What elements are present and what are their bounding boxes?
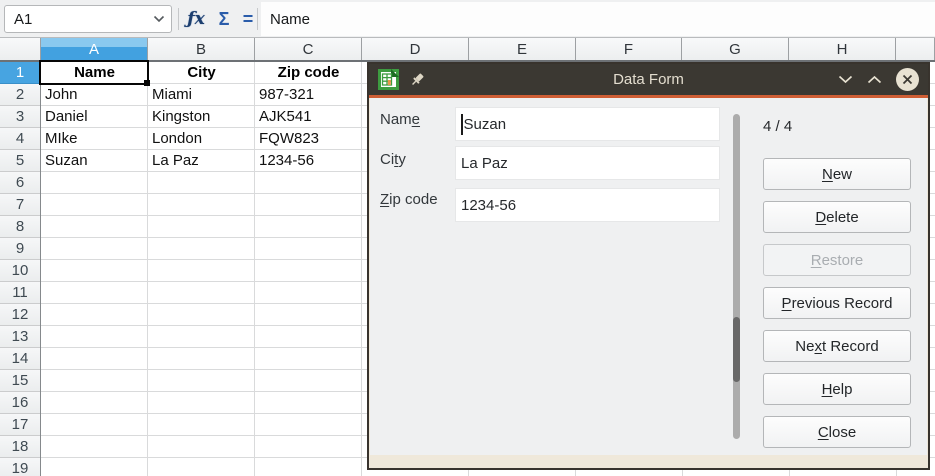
pin-icon[interactable]	[409, 71, 426, 88]
sum-icon: Σ	[219, 9, 230, 30]
city-field-value: La Paz	[461, 155, 508, 172]
name-box[interactable]: A1	[4, 5, 172, 33]
record-counter: 4 / 4	[763, 118, 792, 135]
form-scrollbar-thumb[interactable]	[733, 317, 740, 382]
name-field[interactable]: Suzan	[455, 107, 720, 141]
toolbar-separator	[178, 8, 179, 30]
data-form-panel: Name City Zip code Suzan La Paz 1234-56	[370, 98, 927, 455]
text-cursor	[461, 114, 463, 135]
column-header-h[interactable]: H	[789, 38, 896, 60]
cell-c4[interactable]: FQW823	[259, 128, 319, 150]
cell-a5[interactable]: Suzan	[45, 150, 88, 172]
cell-b5[interactable]: La Paz	[152, 150, 199, 172]
row-header-8[interactable]: 8	[0, 216, 40, 238]
function-wizard-icon: ƒx	[187, 9, 204, 29]
select-all-corner[interactable]	[0, 38, 41, 60]
row-header-11[interactable]: 11	[0, 282, 40, 304]
cell-b4[interactable]: London	[152, 128, 202, 150]
cell-a3[interactable]: Daniel	[45, 106, 88, 128]
cell-a1[interactable]: Name	[41, 62, 148, 84]
column-header-a[interactable]: A	[41, 38, 148, 60]
row-header-3[interactable]: 3	[0, 106, 40, 128]
cell-b2[interactable]: Miami	[152, 84, 192, 106]
zip-code-field-value: 1234-56	[461, 197, 516, 214]
roll-down-button[interactable]	[838, 75, 853, 84]
cell-b1[interactable]: City	[148, 62, 255, 84]
row-header-10[interactable]: 10	[0, 260, 40, 282]
row-header-12[interactable]: 12	[0, 304, 40, 326]
name-box-value[interactable]: A1	[14, 11, 153, 28]
zip-code-field[interactable]: 1234-56	[455, 188, 720, 222]
name-field-value: Suzan	[464, 116, 507, 133]
row-header-1[interactable]: 1	[0, 62, 40, 84]
chevron-down-icon[interactable]	[153, 15, 165, 23]
cell-c3[interactable]: AJK541	[259, 106, 312, 128]
row-header-15[interactable]: 15	[0, 370, 40, 392]
close-button[interactable]	[896, 68, 919, 91]
cell-a2[interactable]: John	[45, 84, 78, 106]
restore-button: Restore	[763, 244, 911, 276]
delete-button[interactable]: Delete	[763, 201, 911, 233]
dialog-titlebar[interactable]: Data Form	[369, 64, 928, 95]
close-icon	[902, 74, 913, 85]
form-scrollbar[interactable]	[733, 114, 740, 439]
formula-toolbar: A1 ƒx Σ = Name	[0, 0, 935, 38]
formula-input[interactable]: Name	[261, 2, 935, 36]
sum-button[interactable]: Σ	[210, 5, 238, 33]
column-header-f[interactable]: F	[576, 38, 682, 60]
function-wizard-button[interactable]: ƒx	[182, 5, 210, 33]
row-header-5[interactable]: 5	[0, 150, 40, 172]
data-form-dialog: Data Form	[367, 62, 930, 470]
city-field[interactable]: La Paz	[455, 146, 720, 180]
column-header-e[interactable]: E	[469, 38, 576, 60]
previous-record-button[interactable]: Previous Record	[763, 287, 911, 319]
column-header-partial[interactable]	[896, 38, 935, 60]
equals-icon: =	[243, 9, 254, 30]
column-header-g[interactable]: G	[682, 38, 789, 60]
cell-b3[interactable]: Kingston	[152, 106, 210, 128]
cell-a4[interactable]: MIke	[45, 128, 78, 150]
help-button[interactable]: Help	[763, 373, 911, 405]
cell-c1[interactable]: Zip code	[255, 62, 362, 84]
row-header-13[interactable]: 13	[0, 326, 40, 348]
close-record-button[interactable]: Close	[763, 416, 911, 448]
row-header-6[interactable]: 6	[0, 172, 40, 194]
new-button[interactable]: New	[763, 158, 911, 190]
row-header-17[interactable]: 17	[0, 414, 40, 436]
name-field-label: Name	[380, 111, 420, 128]
row-header-2[interactable]: 2	[0, 84, 40, 106]
column-header-d[interactable]: D	[362, 38, 469, 60]
cell-c2[interactable]: 987-321	[259, 84, 314, 106]
row-header-18[interactable]: 18	[0, 436, 40, 458]
roll-up-button[interactable]	[867, 75, 882, 84]
next-record-button[interactable]: Next Record	[763, 330, 911, 362]
row-header-14[interactable]: 14	[0, 348, 40, 370]
row-header-column: 1 2 3 4 5 6 7 8 9 10 11 12 13 14 15 16 1…	[0, 62, 41, 476]
row-header-7[interactable]: 7	[0, 194, 40, 216]
row-header-9[interactable]: 9	[0, 238, 40, 260]
column-header-c[interactable]: C	[255, 38, 362, 60]
calc-document-icon	[378, 69, 399, 90]
row-header-16[interactable]: 16	[0, 392, 40, 414]
row-header-4[interactable]: 4	[0, 128, 40, 150]
zip-code-field-label: Zip code	[380, 191, 438, 208]
city-field-label: City	[380, 151, 406, 168]
formula-input-value: Name	[270, 11, 310, 28]
row-header-19[interactable]: 19	[0, 458, 40, 476]
cell-c5[interactable]: 1234-56	[259, 150, 314, 172]
libreoffice-calc-window: A1 ƒx Σ = Name A B C D E F G H N	[0, 0, 935, 476]
column-header-b[interactable]: B	[148, 38, 255, 60]
toolbar-separator	[257, 8, 258, 30]
column-header-row: A B C D E F G H	[0, 38, 935, 62]
